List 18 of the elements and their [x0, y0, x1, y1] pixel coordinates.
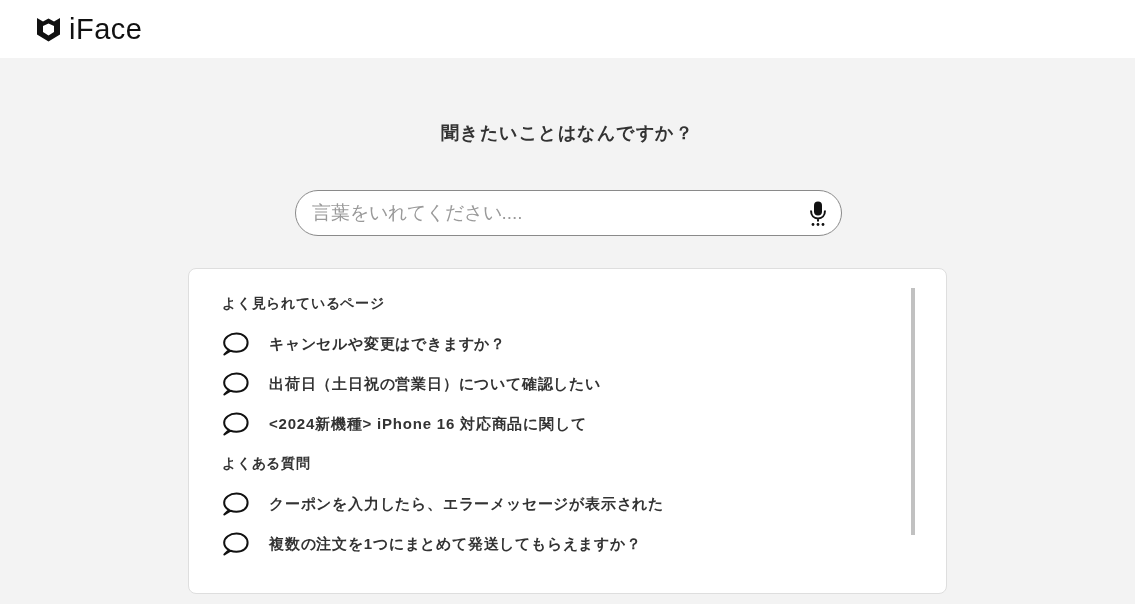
shield-logo-icon	[37, 16, 60, 42]
suggestion-link[interactable]: 複数の注文を1つにまとめて発送してもらえますか？	[222, 532, 642, 556]
suggestion-link[interactable]: クーポンを入力したら、エラーメッセージが表示された	[222, 492, 664, 516]
scrollbar-thumb[interactable]	[911, 288, 915, 535]
microphone-icon[interactable]	[808, 201, 827, 226]
speech-bubble-icon	[222, 332, 249, 356]
suggestion-link[interactable]: 出荷日（土日祝の営業日）について確認したい	[222, 372, 601, 396]
section-heading: よくある質問	[222, 455, 311, 473]
speech-bubble-icon	[222, 492, 249, 516]
page-title: 聞きたいことはなんですか？	[440, 122, 695, 145]
suggestion-link[interactable]: <2024新機種> iPhone 16 対応商品に関して	[222, 412, 587, 436]
suggestion-link[interactable]: キャンセルや変更はできますか？	[222, 332, 506, 356]
speech-bubble-icon	[222, 532, 249, 556]
section-heading: よく見られているページ	[222, 295, 385, 313]
speech-bubble-icon	[222, 372, 249, 396]
search-field[interactable]: 言葉をいれてください....	[294, 190, 842, 236]
speech-bubble-icon	[222, 412, 249, 436]
logo-text: iFace	[69, 14, 143, 44]
